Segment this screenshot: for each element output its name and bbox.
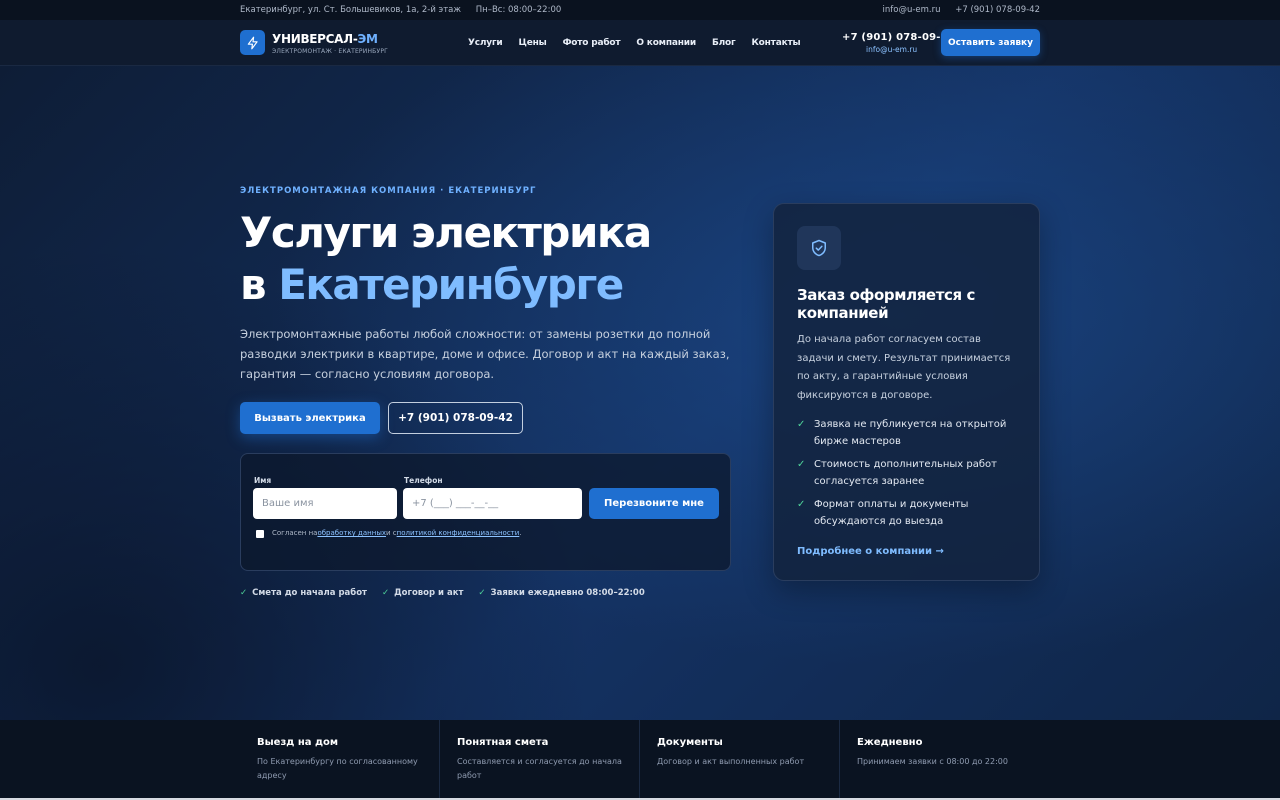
feature-title: Документы — [657, 737, 723, 748]
topbar-phone-link[interactable]: +7 (901) 078-09-42 — [955, 5, 1040, 15]
feature-title: Понятная смета — [457, 737, 549, 748]
lightning-icon — [247, 36, 258, 49]
card-checklist-item: ✓ Заявка не публикуется на открытой бирже… — [797, 416, 1017, 450]
consent-text-b: и с — [386, 529, 397, 537]
consent-row: Согласен на обработку данных и с политик… — [256, 528, 522, 538]
topbar-email-link[interactable]: info@u-em.ru — [883, 5, 941, 15]
nav-item-services[interactable]: Услуги — [468, 38, 503, 48]
hero-lead: Электромонтажные работы любой сложности:… — [240, 327, 730, 381]
feature-description: Составляется и согласуется до начала раб… — [457, 757, 622, 780]
hero-eyebrow: ЭЛЕКТРОМОНТАЖНАЯ КОМПАНИЯ · ЕКАТЕРИНБУРГ — [240, 186, 537, 196]
feature-description: Принимаем заявки с 08:00 до 22:00 — [857, 757, 1008, 766]
card-description: До начала работ согласуем состав задачи … — [797, 334, 1011, 401]
callback-submit-button[interactable]: Перезвоните мне — [589, 488, 719, 519]
call-electrician-button[interactable]: Вызвать электрика — [240, 402, 380, 434]
data-processing-link[interactable]: обработку данных — [317, 529, 386, 537]
topbar-address: Екатеринбург, ул. Ст. Большевиков, 1а, 2… — [240, 5, 462, 15]
hero-title-line2: в Екатеринбурге — [240, 260, 624, 310]
card-icon-box — [797, 226, 841, 270]
card-checklist-item: ✓ Формат оплаты и документы обсуждаются д… — [797, 496, 1017, 530]
company-order-card: Заказ оформляется с компанией До начала … — [773, 203, 1040, 581]
logo-name[interactable]: УНИВЕРСАЛ-ЭМ — [272, 32, 378, 46]
benefit-text: Заявки ежедневно 08:00–22:00 — [490, 588, 645, 598]
check-icon: ✓ — [797, 459, 806, 470]
card-checklist-text: Формат оплаты и документы обсуждаются до… — [814, 499, 969, 527]
header-phone-link[interactable]: +7 (901) 078-09-42 — [842, 32, 955, 43]
hero-title-city: Екатеринбурге — [278, 260, 624, 309]
benefit-text: Смета до начала работ — [252, 588, 367, 598]
features-strip: Выезд на дом По Екатеринбургу по согласо… — [0, 720, 1280, 798]
logo-name-main: УНИВЕРСАЛ- — [272, 32, 358, 46]
card-checklist-text: Стоимость дополнительных работ согласует… — [814, 459, 997, 487]
header-email-link[interactable]: info@u-em.ru — [866, 45, 917, 54]
nav-item-prices[interactable]: Цены — [519, 38, 547, 48]
privacy-policy-link[interactable]: политикой конфиденциальности — [397, 529, 520, 537]
nav-item-about[interactable]: О компании — [636, 38, 696, 48]
about-company-link[interactable]: Подробнее о компании → — [797, 546, 944, 557]
check-icon: ✓ — [797, 499, 806, 510]
main-nav: Услуги Цены Фото работ О компании Блог К… — [468, 38, 801, 48]
feature-description: Договор и акт выполненных работ — [657, 757, 805, 766]
feature-title: Ежедневно — [857, 737, 923, 748]
check-icon: ✓ — [381, 588, 390, 598]
consent-text-c: . — [519, 529, 522, 537]
check-icon: ✓ — [240, 588, 248, 598]
nav-item-blog[interactable]: Блог — [712, 38, 736, 48]
site-header: УНИВЕРСАЛ-ЭМ ЭЛЕКТРОМОНТАЖ · ЕКАТЕРИНБУР… — [0, 20, 1280, 66]
check-icon: ✓ — [478, 588, 486, 598]
nav-item-photos[interactable]: Фото работ — [563, 38, 621, 48]
card-checklist-item: ✓ Стоимость дополнительных работ согласуе… — [797, 456, 1017, 490]
benefit-item: ✓ Смета до начала работ — [240, 588, 367, 598]
hero-section: ЭЛЕКТРОМОНТАЖНАЯ КОМПАНИЯ · ЕКАТЕРИНБУРГ… — [0, 66, 1280, 720]
benefit-item: ✓ Договор и акт — [382, 588, 463, 598]
card-title: Заказ оформляется с компанией — [797, 286, 976, 322]
topbar-left: Екатеринбург, ул. Ст. Большевиков, 1а, 2… — [240, 5, 561, 15]
name-input[interactable] — [253, 488, 397, 519]
benefit-text: Договор и акт — [394, 588, 464, 598]
hero-benefits: ✓ Смета до начала работ ✓ Договор и акт ✓ З… — [240, 588, 645, 598]
feature-item: Выезд на дом По Екатеринбургу по согласо… — [240, 720, 440, 798]
feature-item: Ежедневно Принимаем заявки с 08:00 до 22… — [840, 720, 1040, 798]
feature-title: Выезд на дом — [257, 737, 339, 748]
feature-item: Понятная смета Составляется и согласуетс… — [440, 720, 640, 798]
shield-check-icon — [812, 239, 826, 257]
feature-description: По Екатеринбургу по согласованному адрес… — [257, 757, 418, 780]
topbar-right: info@u-em.ru +7 (901) 078-09-42 — [883, 5, 1040, 15]
consent-checkbox[interactable] — [256, 530, 264, 538]
phone-input[interactable] — [403, 488, 582, 519]
benefit-item: ✓ Заявки ежедневно 08:00–22:00 — [478, 588, 644, 598]
callback-form: Имя Телефон Перезвоните мне Согласен на … — [240, 453, 731, 571]
logo-name-accent: ЭМ — [357, 32, 378, 46]
nav-item-contacts[interactable]: Контакты — [752, 38, 801, 48]
check-icon: ✓ — [797, 419, 806, 430]
logo-subtitle: ЭЛЕКТРОМОНТАЖ · ЕКАТЕРИНБУРГ — [272, 48, 389, 55]
card-checklist: ✓ Заявка не публикуется на открытой бирже… — [797, 416, 1017, 536]
phone-label: Телефон — [404, 476, 443, 485]
hero-title-prefix: в — [240, 260, 279, 309]
name-label: Имя — [254, 476, 272, 485]
topbar-hours: Пн–Вс: 08:00–22:00 — [475, 5, 562, 15]
hero-phone-button[interactable]: +7 (901) 078-09-42 — [388, 402, 523, 434]
leave-request-button[interactable]: Оставить заявку — [941, 29, 1040, 56]
card-checklist-text: Заявка не публикуется на открытой бирже … — [814, 419, 1007, 447]
feature-item: Документы Договор и акт выполненных рабо… — [640, 720, 840, 798]
consent-text-a: Согласен на — [272, 529, 318, 537]
hero-title-line1: Услуги электрика — [240, 208, 652, 257]
top-info-bar: Екатеринбург, ул. Ст. Большевиков, 1а, 2… — [0, 0, 1280, 20]
logo-mark[interactable] — [240, 30, 265, 55]
